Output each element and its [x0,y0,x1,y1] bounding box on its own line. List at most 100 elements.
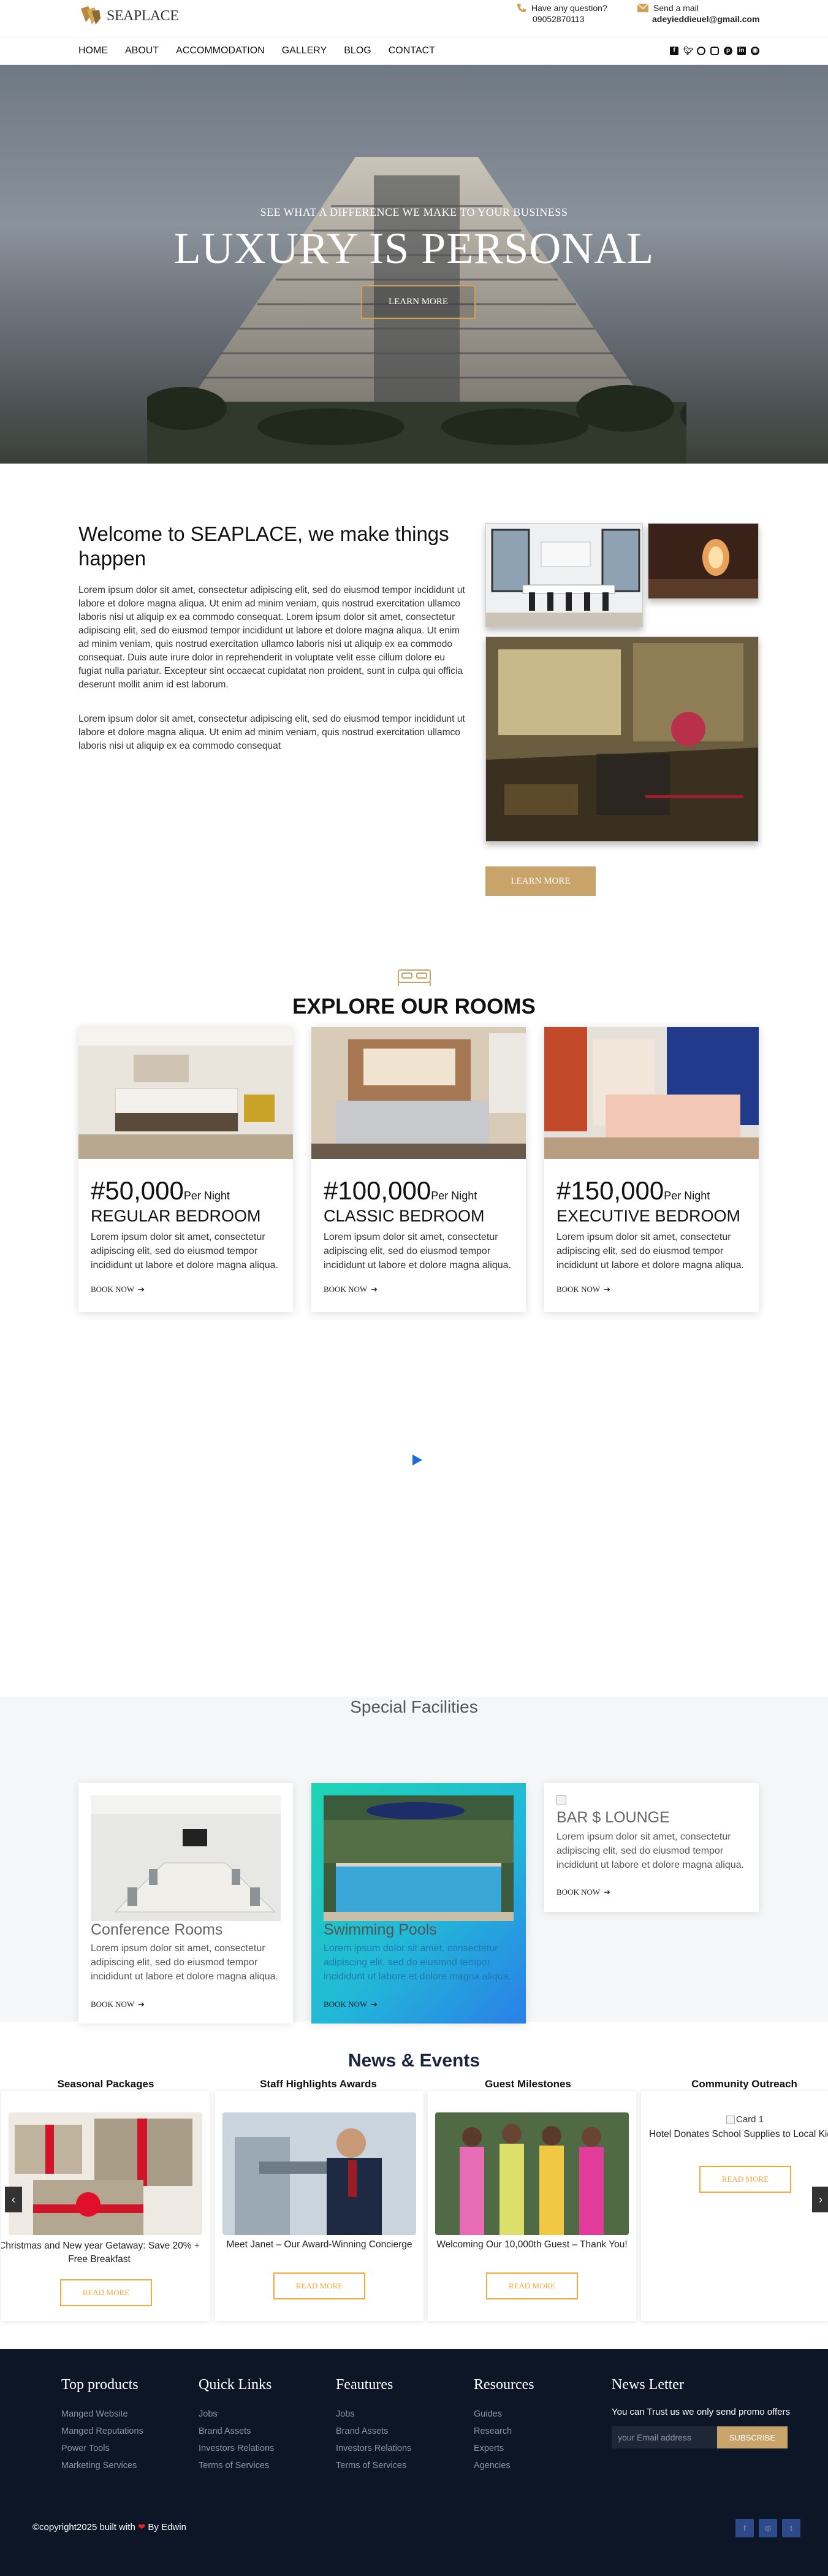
whatsapp-icon[interactable] [697,47,705,55]
room-name: REGULAR BEDROOM [91,1207,261,1225]
guests-illustration [435,2112,629,2235]
lobby-illustration [486,637,758,841]
arrow-right-icon: ➔ [371,1285,378,1294]
footer-link[interactable]: Agencies [474,2457,534,2474]
subscribe-button[interactable]: SUBSCRIBE [717,2426,788,2448]
broken-image: Card 1 [726,2114,764,2125]
twitter-icon[interactable]: t [782,2519,800,2537]
facility-description: Lorem ipsum dolor sit amet, consectetur … [556,1832,744,1870]
facility-card-pool: Swimming Pools Lorem ipsum dolor sit ame… [311,1783,526,2024]
footer-link[interactable]: Experts [474,2440,534,2457]
instagram-icon[interactable] [710,47,719,55]
conference-room-illustration [91,1795,281,1921]
regular-bedroom-illustration [78,1027,293,1159]
welcome-title: Welcome to SEAPLACE, we make things happ… [78,522,449,570]
nav-item-contact[interactable]: CONTACT [389,45,435,56]
book-now-link[interactable]: BOOK NOW ➔ [556,1285,610,1294]
logo-text: SEAPLACE [107,7,179,24]
nav-item-about[interactable]: ABOUT [125,45,159,56]
mail-value[interactable]: adeyieddieuel@gmail.com [637,13,760,25]
arrow-right-icon: ➔ [138,1285,145,1294]
footer-link[interactable]: Brand Assets [336,2423,411,2440]
book-now-link[interactable]: BOOK NOW ➔ [91,1285,145,1294]
footer-link[interactable]: Power Tools [61,2440,143,2457]
pinterest-icon[interactable]: p [724,47,732,55]
dining-room-illustration [486,524,642,627]
footer-link[interactable]: Jobs [336,2406,411,2423]
regular-bedroom-photo [78,1027,293,1159]
read-more-button[interactable]: READ MORE [273,2272,365,2299]
carousel-next-arrow-icon[interactable]: › [812,2187,828,2212]
chandelier-photo [648,523,759,599]
footer-heading: Feautures [336,2377,393,2393]
footer-link[interactable]: Manged Reputations [61,2423,143,2440]
footer-link[interactable]: Terms of Services [336,2457,411,2474]
footer-link[interactable]: Jobs [199,2406,274,2423]
hero-title: LUXURY IS PERSONAL [173,224,655,273]
book-now-label: BOOK NOW [91,2000,135,2009]
linkedin-icon[interactable]: in [737,47,746,55]
footer-heading: Top products [61,2377,139,2393]
nav-links: HOME ABOUT ACCOMMODATION GALLERY BLOG CO… [78,37,435,64]
arrow-right-icon: ➔ [604,1887,611,1897]
carousel-prev-arrow-icon[interactable]: ‹ [5,2187,22,2212]
news-title: News & Events [348,2050,480,2071]
book-now-label: BOOK NOW [324,1285,368,1294]
read-more-button[interactable]: READ MORE [60,2279,152,2306]
nav-item-blog[interactable]: BLOG [344,45,371,56]
footer-link[interactable]: Terms of Services [199,2457,274,2474]
nav-item-gallery[interactable]: GALLERY [282,45,327,56]
welcome-learn-more-button[interactable]: LEARN MORE [485,866,596,896]
footer-link[interactable]: Investors Relations [199,2440,274,2457]
copyright-text: ©copyright2025 built with [32,2521,135,2532]
book-now-link[interactable]: BOOK NOW ➔ [556,1887,610,1897]
classic-bedroom-photo [311,1027,526,1159]
footer-link[interactable]: Guides [474,2406,534,2423]
read-more-button[interactable]: READ MORE [486,2272,578,2299]
footer-link[interactable]: Marketing Services [61,2457,143,2474]
newsletter-email-input[interactable]: your Email address [612,2426,717,2448]
room-card-executive: #150,000Per Night EXECUTIVE BEDROOM Lore… [544,1027,759,1312]
footer-link[interactable]: Brand Assets [199,2423,274,2440]
book-now-link[interactable]: BOOK NOW ➔ [324,2000,378,2009]
room-card-regular: #50,000Per Night REGULAR BEDROOM Lorem i… [78,1027,293,1312]
logo-mark-icon [81,6,101,25]
room-name: CLASSIC BEDROOM [324,1207,485,1225]
room-price: #50,000Per Night [91,1176,230,1206]
twitter-icon[interactable]: 🐦︎ [683,47,694,55]
classic-bedroom-illustration [311,1027,526,1159]
news-text: Hotel Donates School Supplies to Local K… [649,2129,828,2139]
book-now-link[interactable]: BOOK NOW ➔ [91,2000,145,2009]
footer-link[interactable]: Research [474,2423,534,2440]
newsletter-text: You can Trust us we only send promo offe… [612,2407,790,2417]
footer-link[interactable]: Investors Relations [336,2440,411,2457]
github-icon[interactable]: ◉ [751,47,759,55]
read-more-button[interactable]: READ MORE [699,2166,791,2193]
play-video-icon[interactable] [412,1454,422,1466]
footer-heading: Resources [474,2377,534,2393]
mail-icon [637,4,648,12]
logo[interactable]: SEAPLACE [78,4,179,28]
instagram-icon[interactable]: ◎ [759,2519,777,2537]
book-now-label: BOOK NOW [324,2000,368,2009]
nav-item-accommodation[interactable]: ACCOMMODATION [176,45,265,56]
room-name: EXECUTIVE BEDROOM [556,1207,741,1225]
gift-boxes-photo [9,2112,202,2235]
nav-item-home[interactable]: HOME [78,45,108,56]
copyright: ©copyright2025 built with ❤ By Edwin [32,2521,186,2533]
book-now-label: BOOK NOW [91,1285,135,1294]
book-now-label: BOOK NOW [556,1887,601,1897]
facebook-icon[interactable]: f [735,2519,754,2537]
facebook-icon[interactable]: f [670,47,678,55]
book-now-link[interactable]: BOOK NOW ➔ [324,1285,378,1294]
hero-learn-more-button[interactable]: LEARN MORE [361,285,476,319]
phone-value[interactable]: 09052870113 [517,13,607,25]
facility-description: Lorem ipsum dolor sit amet, consectetur … [324,1943,511,1982]
footer-link[interactable]: Manged Website [61,2406,143,2423]
room-price-value: #150,000 [556,1176,664,1205]
news-card-community: Card 1 Hotel Donates School Supplies to … [641,2091,828,2321]
broken-image-icon [726,2115,735,2124]
gift-boxes-illustration [9,2112,202,2235]
news-category: Staff Highlights Awards [260,2078,377,2090]
lobby-photo [485,636,759,842]
